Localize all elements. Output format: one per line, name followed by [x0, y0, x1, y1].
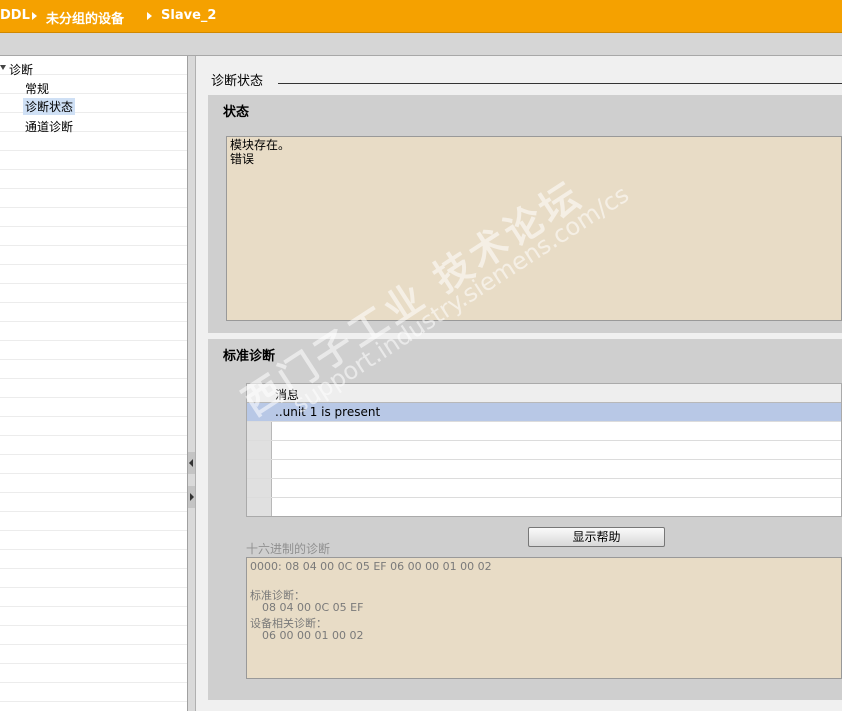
section-divider: [278, 83, 842, 84]
table-row-empty: [247, 498, 841, 516]
device-diag-bytes: 06 00 00 01 00 02: [262, 629, 364, 642]
arrow-left-icon: [189, 459, 193, 467]
tree-root-diagnostics[interactable]: 诊断: [7, 61, 35, 78]
table-header: 消息: [247, 384, 841, 403]
breadcrumb-separator-icon: [147, 12, 152, 20]
table-row[interactable]: ..unit 1 is present: [247, 403, 841, 422]
breadcrumb-item-project[interactable]: DDL: [0, 8, 30, 23]
section-title: 诊断状态: [211, 74, 264, 89]
toolbar: [0, 33, 842, 56]
breadcrumb-bar: DDL 未分组的设备 Slave_2: [0, 0, 842, 33]
message-table: 消息 ..unit 1 is present: [246, 383, 842, 517]
std-diag-bytes: 08 04 00 0C 05 EF: [262, 601, 364, 614]
tree-item-general[interactable]: 常规: [23, 80, 51, 97]
breadcrumb-item-slave[interactable]: Slave_2: [161, 8, 216, 23]
table-row-empty: [247, 460, 841, 479]
table-row-empty: [247, 441, 841, 460]
status-line: 模块存在。: [230, 138, 291, 152]
standard-diagnostics-title: 标准诊断: [223, 349, 276, 364]
hex-diagnostics-label: 十六进制的诊断: [246, 542, 331, 556]
show-help-button[interactable]: 显示帮助: [528, 527, 665, 547]
navigation-tree: [0, 56, 188, 711]
tree-item-diagnostic-status[interactable]: 诊断状态: [23, 98, 76, 115]
status-text-box: 模块存在。 错误: [226, 136, 842, 321]
pane-splitter[interactable]: [188, 56, 196, 711]
hex-diagnostics-box: 0000: 08 04 00 0C 05 EF 06 00 00 01 00 0…: [246, 557, 842, 679]
arrow-right-icon: [190, 493, 194, 501]
breadcrumb-item-ungrouped-devices[interactable]: 未分组的设备: [46, 8, 124, 27]
expand-right-button[interactable]: [188, 486, 195, 508]
table-row-empty: [247, 422, 841, 441]
expand-caret-icon[interactable]: [0, 65, 6, 70]
hex-dump-line: 0000: 08 04 00 0C 05 EF 06 00 00 01 00 0…: [250, 560, 492, 573]
status-line: 错误: [230, 152, 255, 166]
status-panel-title: 状态: [223, 105, 250, 120]
column-header-message[interactable]: 消息: [275, 386, 299, 403]
table-row-empty: [247, 479, 841, 498]
tree-item-channel-diagnostics[interactable]: 通道诊断: [23, 118, 75, 135]
collapse-left-button[interactable]: [188, 452, 195, 474]
breadcrumb-separator-icon: [32, 12, 37, 20]
table-cell-message: ..unit 1 is present: [275, 405, 381, 419]
